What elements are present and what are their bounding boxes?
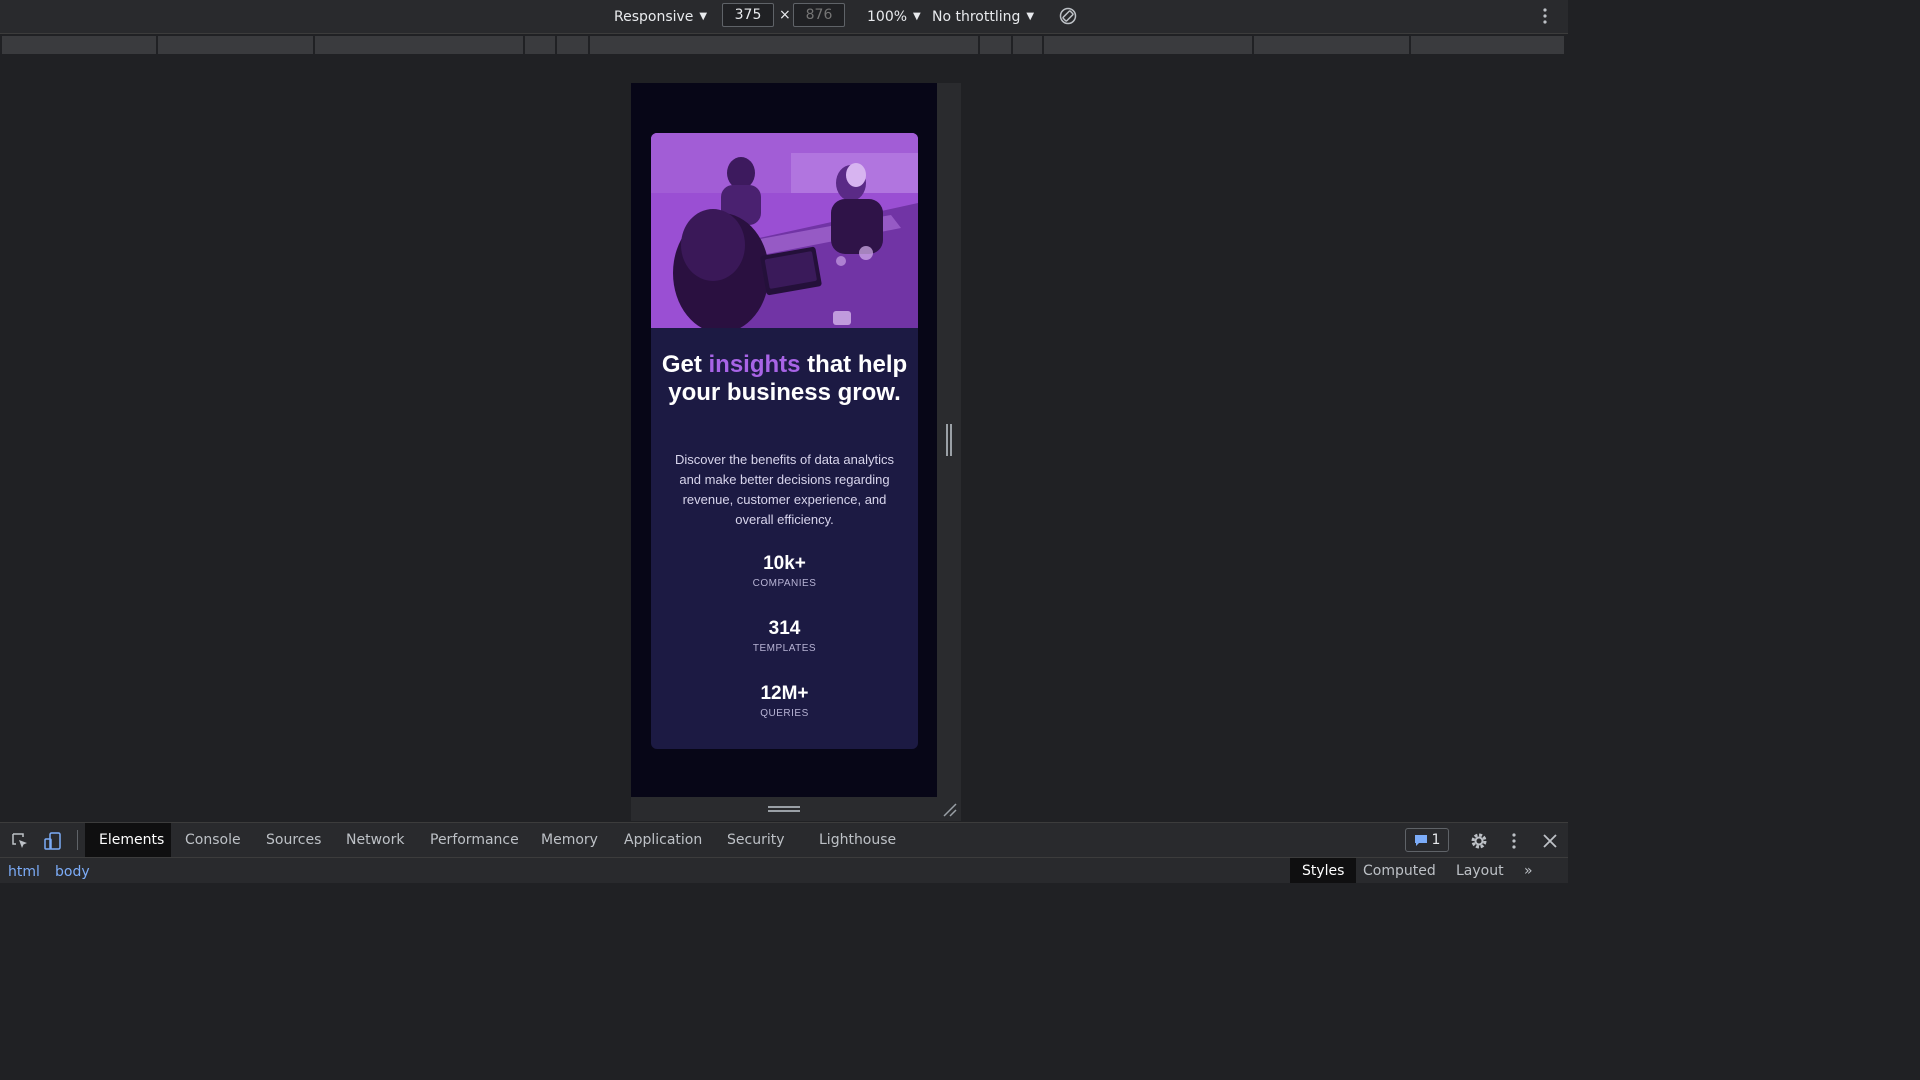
grip-icon bbox=[946, 424, 952, 456]
more-tabs-icon[interactable]: » bbox=[1512, 858, 1545, 883]
media-query-segment[interactable] bbox=[1013, 36, 1044, 54]
height-input[interactable] bbox=[793, 3, 845, 27]
media-query-segment[interactable] bbox=[980, 36, 1013, 54]
stat-label: COMPANIES bbox=[752, 578, 817, 589]
stat-queries: 12M+ QUERIES bbox=[651, 683, 918, 719]
media-query-segment[interactable] bbox=[1254, 36, 1411, 54]
chevron-down-icon: ▼ bbox=[913, 11, 921, 22]
media-query-segment[interactable] bbox=[2, 36, 158, 54]
zoom-select[interactable]: 100% ▼ bbox=[867, 0, 921, 33]
tab-network[interactable]: Network bbox=[332, 823, 418, 857]
stat-value: 10k+ bbox=[763, 553, 806, 574]
grip-icon bbox=[768, 806, 800, 812]
stat-companies: 10k+ COMPANIES bbox=[651, 553, 918, 589]
tab-performance[interactable]: Performance bbox=[416, 823, 533, 857]
stat-label: QUERIES bbox=[760, 708, 809, 719]
breadcrumb: html body bbox=[0, 858, 1290, 883]
page-title: Get insights that help your business gro… bbox=[651, 351, 918, 407]
toolbar-divider bbox=[77, 830, 78, 850]
rotate-icon[interactable] bbox=[1059, 7, 1077, 25]
device-toggle-icon[interactable] bbox=[43, 831, 63, 851]
zoom-select-label: 100% bbox=[867, 8, 908, 25]
media-query-bar bbox=[0, 34, 1568, 56]
media-query-segment[interactable] bbox=[1044, 36, 1254, 54]
tab-elements[interactable]: Elements bbox=[85, 823, 171, 857]
device-toolbar: Responsive ▼ × 100% ▼ No throttling ▼ bbox=[0, 0, 1568, 34]
kebab-icon[interactable] bbox=[1540, 7, 1550, 25]
tab-console[interactable]: Console bbox=[171, 823, 255, 857]
resize-corner-icon[interactable] bbox=[942, 802, 958, 818]
close-icon[interactable] bbox=[1540, 831, 1560, 851]
chevron-down-icon: ▼ bbox=[1026, 11, 1035, 22]
device-select-label: Responsive bbox=[614, 8, 694, 25]
issues-button[interactable]: 1 bbox=[1405, 828, 1449, 852]
hero-image bbox=[651, 133, 918, 328]
media-query-segment[interactable] bbox=[525, 36, 557, 54]
tab-layout[interactable]: Layout bbox=[1444, 858, 1516, 883]
media-query-segment[interactable] bbox=[590, 36, 980, 54]
device-select[interactable]: Responsive ▼ bbox=[614, 0, 707, 33]
breadcrumb-html[interactable]: html bbox=[8, 864, 40, 880]
headline-accent: insights bbox=[708, 351, 801, 378]
tab-memory[interactable]: Memory bbox=[527, 823, 612, 857]
message-icon bbox=[1414, 835, 1427, 846]
kebab-icon[interactable] bbox=[1504, 831, 1524, 851]
dimension-separator: × bbox=[779, 7, 791, 23]
device-viewport: Get insights that help your business gro… bbox=[631, 83, 937, 797]
gear-icon[interactable] bbox=[1469, 831, 1489, 851]
stat-value: 314 bbox=[768, 618, 801, 639]
chevron-down-icon: ▼ bbox=[699, 11, 708, 22]
breadcrumb-body[interactable]: body bbox=[55, 864, 90, 880]
stats-card: Get insights that help your business gro… bbox=[651, 133, 918, 749]
inspect-element-icon[interactable] bbox=[10, 831, 30, 851]
throttling-select-label: No throttling bbox=[932, 8, 1021, 25]
media-query-segment[interactable] bbox=[315, 36, 525, 54]
sidebar-tabs: Styles Computed Layout » bbox=[1290, 858, 1568, 883]
media-query-segment[interactable] bbox=[158, 36, 315, 54]
tab-computed[interactable]: Computed bbox=[1351, 858, 1448, 883]
tab-lighthouse[interactable]: Lighthouse bbox=[805, 823, 910, 857]
stat-value: 12M+ bbox=[760, 683, 809, 704]
page-description: Discover the benefits of data analytics … bbox=[675, 452, 894, 527]
media-query-segment[interactable] bbox=[557, 36, 590, 54]
media-query-segment[interactable] bbox=[1411, 36, 1566, 54]
stat-templates: 314 TEMPLATES bbox=[651, 618, 918, 654]
devtools-panel: Elements Console Sources Network Perform… bbox=[0, 822, 1568, 883]
width-input[interactable] bbox=[722, 3, 774, 27]
tab-application[interactable]: Application bbox=[610, 823, 716, 857]
tab-styles[interactable]: Styles bbox=[1290, 858, 1357, 883]
devtools-tabbar: Elements Console Sources Network Perform… bbox=[0, 823, 1568, 858]
stat-label: TEMPLATES bbox=[752, 643, 817, 654]
tab-security[interactable]: Security bbox=[713, 823, 799, 857]
tab-sources[interactable]: Sources bbox=[252, 823, 335, 857]
headline-start: Get bbox=[661, 351, 709, 378]
throttling-select[interactable]: No throttling ▼ bbox=[932, 0, 1034, 33]
issues-count: 1 bbox=[1431, 832, 1441, 848]
